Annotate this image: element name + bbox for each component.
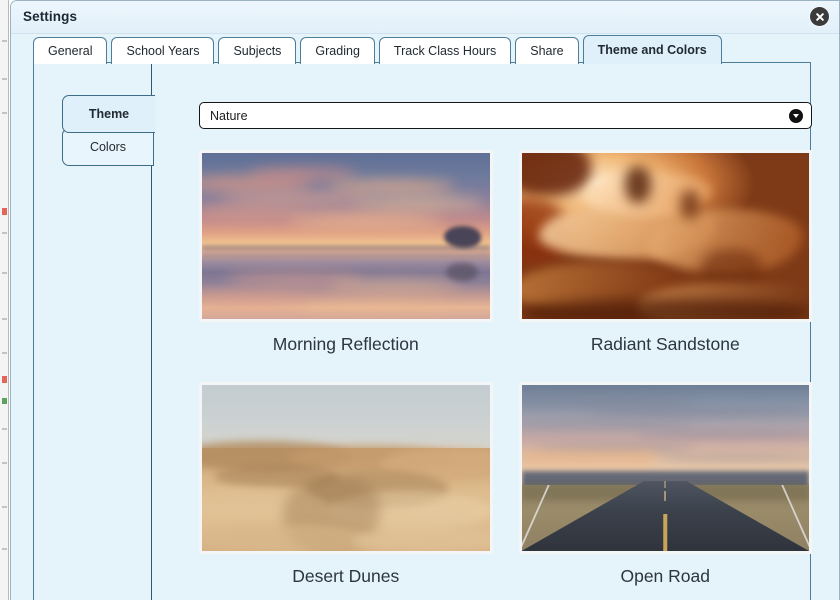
theme-card-morning-reflection[interactable]: Morning Reflection <box>199 150 493 355</box>
bg-mark <box>2 352 7 354</box>
settings-tabstrip: General School Years Subjects Grading Tr… <box>11 34 839 64</box>
theme-thumbnail-desert-dunes[interactable] <box>199 382 493 554</box>
tree-silhouette <box>443 226 481 248</box>
close-icon[interactable] <box>810 7 829 26</box>
bg-mark-red <box>2 376 7 383</box>
bg-mark <box>2 462 7 464</box>
bg-mark <box>2 506 7 508</box>
tab-share[interactable]: Share <box>515 37 579 64</box>
tree-reflection <box>446 262 478 281</box>
tab-theme-and-colors[interactable]: Theme and Colors <box>582 35 722 64</box>
theme-card-desert-dunes[interactable]: Desert Dunes <box>199 382 493 587</box>
tab-school-years[interactable]: School Years <box>111 37 215 64</box>
tab-track-class-hours[interactable]: Track Class Hours <box>378 37 512 64</box>
dialog-titlebar: Settings <box>11 1 839 34</box>
chevron-down-icon[interactable] <box>789 109 803 123</box>
theme-content-area: Nature Morning Reflection Radiant Sandst… <box>153 63 812 600</box>
theme-label-desert-dunes: Desert Dunes <box>292 566 400 586</box>
page-title: Settings <box>23 9 78 24</box>
theme-category-select[interactable]: Nature <box>199 102 812 129</box>
bg-mark <box>2 112 7 114</box>
theme-thumbnail-open-road[interactable] <box>518 382 812 554</box>
bg-mark <box>2 232 7 234</box>
theme-and-colors-panel: Theme Colors Nature Morning Reflection R… <box>33 62 812 600</box>
theme-thumbnail-radiant-sandstone[interactable] <box>518 150 812 322</box>
bg-mark <box>2 78 7 80</box>
theme-card-open-road[interactable]: Open Road <box>518 382 812 587</box>
tab-general[interactable]: General <box>33 37 108 64</box>
theme-label-radiant-sandstone: Radiant Sandstone <box>590 334 740 354</box>
theme-thumbnail-grid: Morning Reflection Radiant Sandstone Des… <box>199 150 812 587</box>
sidebar-item-theme[interactable]: Theme <box>62 95 155 133</box>
settings-dialog: Settings General School Years Subjects G… <box>10 0 840 600</box>
bg-mark <box>2 548 7 550</box>
bg-mark <box>2 428 7 430</box>
tab-grading[interactable]: Grading <box>300 37 375 64</box>
bg-mark <box>2 40 7 42</box>
theme-label-open-road: Open Road <box>620 566 710 586</box>
theme-category-value: Nature <box>210 109 248 123</box>
theme-card-radiant-sandstone[interactable]: Radiant Sandstone <box>518 150 812 355</box>
bg-mark <box>2 318 7 320</box>
theme-thumbnail-morning-reflection[interactable] <box>199 150 493 322</box>
theme-label-morning-reflection: Morning Reflection <box>272 334 419 354</box>
bg-mark-green <box>2 398 7 404</box>
sidebar-item-colors[interactable]: Colors <box>62 128 154 166</box>
bg-mark-red <box>2 208 7 215</box>
bg-mark <box>2 272 7 274</box>
background-window-sliver <box>0 0 9 600</box>
theme-colors-sidebar: Theme Colors <box>34 63 155 600</box>
tab-subjects[interactable]: Subjects <box>218 37 297 64</box>
